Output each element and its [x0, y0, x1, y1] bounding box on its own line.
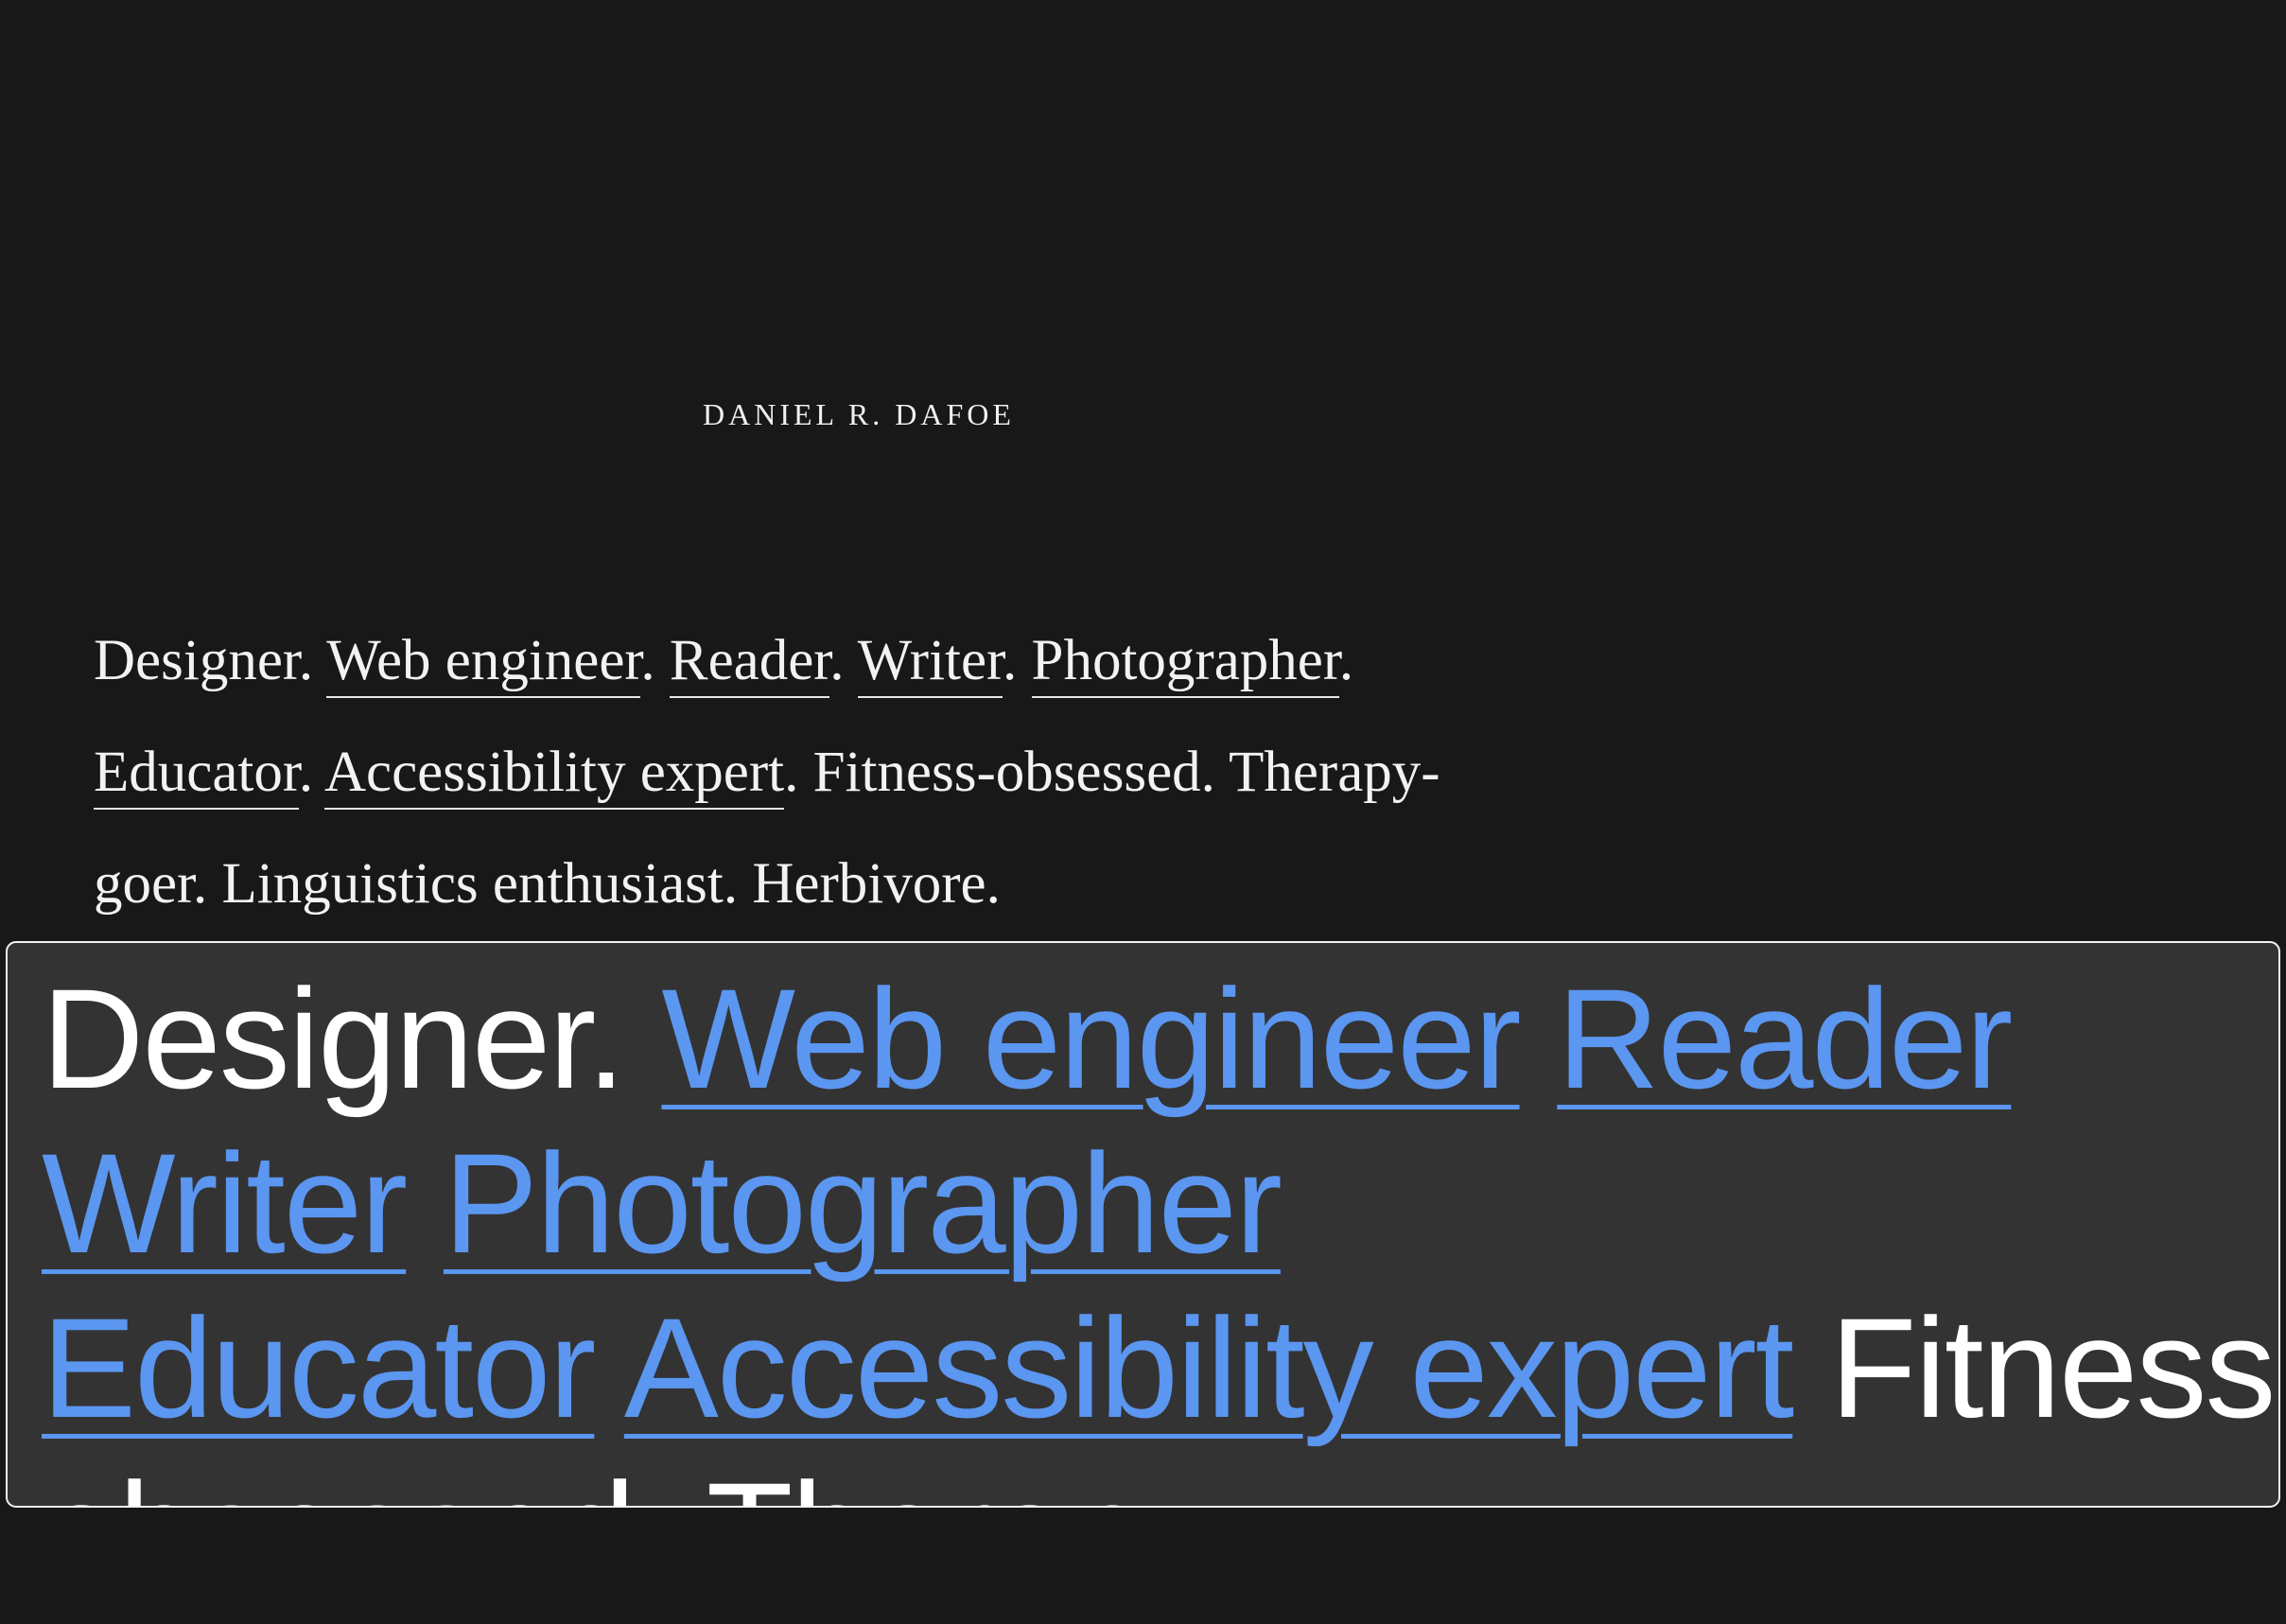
- bio-fitness: Fitness-obsessed.: [812, 741, 1215, 804]
- magnifier-fitness-part2: obsessed.: [42, 1453, 673, 1506]
- magnifier-link-photographer[interactable]: Photographer: [444, 1124, 1283, 1283]
- magnifier-link-educator[interactable]: Educator: [42, 1288, 596, 1447]
- magnifier-link-reader[interactable]: Reader: [1557, 959, 2013, 1118]
- magnifier-link-web-engineer[interactable]: Web engineer: [661, 959, 1521, 1118]
- bio-text: Designer. Web engineer. Reader. Writer. …: [94, 629, 1440, 916]
- magnifier-therapy-clipped: Therapy-: [707, 1453, 1261, 1506]
- bio-herbivore: Herbivore.: [752, 852, 1001, 916]
- bio-link-web-engineer[interactable]: Web engineer: [326, 629, 641, 698]
- bio-therapy-part2: goer.: [94, 852, 208, 916]
- bio-designer: Designer.: [94, 629, 314, 692]
- bio-link-writer[interactable]: Writer: [857, 629, 1003, 698]
- magnifier-fitness-part1: Fitness-: [1829, 1288, 2280, 1447]
- bio-link-photographer[interactable]: Photographer: [1031, 629, 1339, 698]
- bio-link-accessibility-expert[interactable]: Accessibility expert: [323, 741, 785, 810]
- magnifier-text: Designer. Web engineer Reader Writer Phot…: [42, 956, 2278, 1506]
- magnifier-link-writer[interactable]: Writer: [42, 1124, 408, 1283]
- bio-therapy-part1: Therapy-: [1229, 741, 1440, 804]
- bio-link-educator[interactable]: Educator: [94, 741, 299, 810]
- magnifier-designer: Designer.: [42, 959, 626, 1118]
- bio-linguistics: Linguistics enthusiast.: [221, 852, 739, 916]
- bio-link-reader[interactable]: Reader: [669, 629, 830, 698]
- hover-text-magnifier: Designer. Web engineer Reader Writer Phot…: [6, 941, 2280, 1508]
- magnifier-link-accessibility-expert[interactable]: Accessibility expert: [624, 1288, 1794, 1447]
- site-name[interactable]: DANIEL R. DAFOE: [703, 393, 1015, 435]
